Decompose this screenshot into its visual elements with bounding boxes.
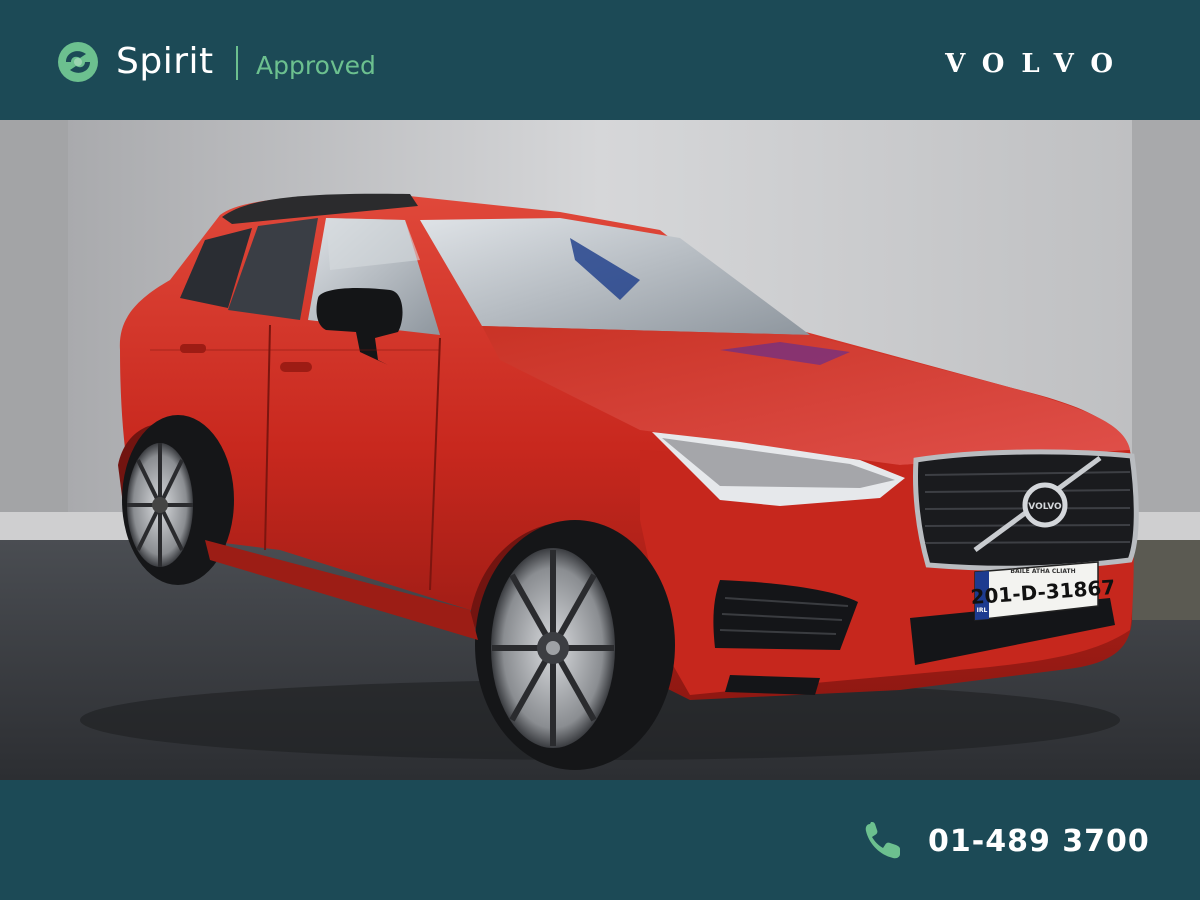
volvo-logo: VOLVO <box>945 49 1130 79</box>
car-photo: VOLVO BAILE ÁTHA CLIATH IRL 201-D-31867 <box>0 120 1200 780</box>
brand-divider <box>236 46 238 80</box>
brand-name: Spirit <box>116 41 214 82</box>
spirit-logo-icon <box>58 42 98 82</box>
header-bar: Spirit Approved VOLVO <box>0 0 1200 120</box>
listing-image: Spirit Approved VOLVO VOLVO BAILE ÁTHA C… <box>0 0 1200 900</box>
plate-header: BAILE ÁTHA CLIATH <box>1010 568 1075 575</box>
front-wheel <box>475 520 675 770</box>
car-illustration: VOLVO BAILE ÁTHA CLIATH IRL 201-D-31867 <box>0 120 1200 780</box>
phone-number[interactable]: 01-489 3700 <box>928 822 1150 862</box>
grille-badge: VOLVO <box>1028 502 1062 512</box>
brand-tagline: Approved <box>256 51 376 80</box>
phone-icon <box>865 822 900 859</box>
